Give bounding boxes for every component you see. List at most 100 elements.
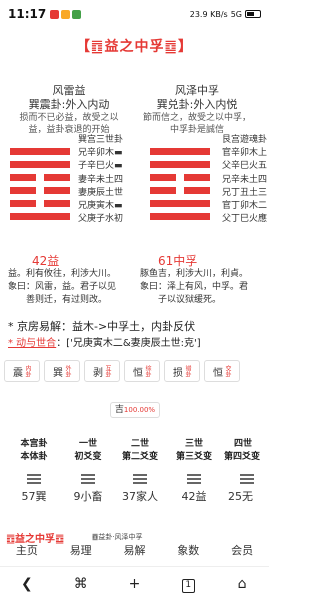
yao-item: 巽宫三世卦 bbox=[78, 135, 124, 145]
yao-item: 官丁卯木二 bbox=[222, 201, 268, 212]
battery-icon bbox=[245, 10, 261, 18]
bian-gua-name: 风泽中孚 bbox=[175, 84, 219, 97]
bian-gua-hexagram bbox=[150, 148, 210, 226]
dong-label: * 动与世合 bbox=[8, 338, 57, 349]
ben-gua-desc: 损而不已必益，故受之以 bbox=[19, 113, 119, 123]
gua-text-line: 象曰：泽上有风，中孚。君 bbox=[140, 282, 249, 292]
hu-gua-button[interactable]: 剥互卦 bbox=[84, 360, 120, 382]
home-icon[interactable]: ⌂ bbox=[227, 576, 257, 592]
ben-gua-name: 风雷益 bbox=[52, 84, 86, 97]
bian-gua-yao-list: 艮宫遊魂卦 官辛卯木上 父辛巳火五 兄辛未土四 兄丁丑土三 官丁卯木二 父丁巳火… bbox=[222, 134, 267, 226]
add-icon[interactable]: + bbox=[119, 576, 149, 592]
tabs-grid-icon[interactable]: ⌘ bbox=[66, 576, 96, 592]
yao-line bbox=[10, 213, 70, 220]
ji-xiong-badge: 吉100.00% bbox=[110, 402, 160, 418]
nav-member[interactable]: 会员 bbox=[215, 542, 269, 562]
dong-value: ：['兄庚寅木二&妻庚辰土世:克'] bbox=[56, 338, 201, 349]
nav-yili[interactable]: 易理 bbox=[54, 542, 108, 562]
dong-shi-line: * 动与世合：['兄庚寅木二&妻庚辰土世:克'] bbox=[8, 334, 201, 349]
ben-gua-number: 42益 bbox=[32, 254, 60, 268]
bottom-nav: 主页 易理 易解 象数 会员 bbox=[0, 542, 269, 562]
shi-bian-sub: 初爻变 bbox=[74, 452, 102, 462]
yao-item: 子辛巳火▬ bbox=[78, 161, 123, 172]
gua-text-line: 豚鱼吉，利涉大川，利貞。 bbox=[140, 269, 249, 279]
yao-line bbox=[10, 161, 70, 168]
ben-gua-text: 益。利有攸往，利涉大川。 象曰：风雷，益。君子以见 善则迁，有过则改。 bbox=[8, 268, 134, 307]
yao-item: 兄辛卯木▬ bbox=[78, 148, 123, 159]
mini-hexagram-icon bbox=[133, 474, 147, 484]
shi-bian-column[interactable]: 一世 初爻变 9小畜 bbox=[62, 438, 114, 503]
yao-line bbox=[150, 200, 210, 207]
shi-bian-top: 二世 bbox=[130, 439, 149, 449]
yao-line bbox=[10, 148, 70, 155]
app-notification-icon bbox=[61, 9, 71, 19]
net-speed: 23.9 KB/s bbox=[189, 9, 228, 19]
gua-text-line: 善则迁，有过则改。 bbox=[26, 295, 108, 305]
shi-bian-sub: 本体卦 bbox=[20, 452, 48, 462]
shi-bian-sub: 第四爻变 bbox=[224, 452, 261, 462]
bian-gua-desc: 節而信之，故受之以中孚， bbox=[142, 113, 251, 123]
bian-gua-text: 豚鱼吉，利涉大川，利貞。 象曰：泽上有风，中孚。君 子以议狱缓死。 bbox=[140, 268, 266, 307]
bian-gua-header: 风泽中孚 巽兑卦:外入内悦 節而信之，故受之以中孚， 中孚卦是誠信 bbox=[132, 84, 262, 136]
yao-item: 父辛巳火五 bbox=[222, 161, 268, 172]
yao-line bbox=[10, 200, 70, 207]
mini-hexagram-icon bbox=[240, 474, 254, 484]
yao-line bbox=[150, 174, 210, 181]
nav-home[interactable]: 主页 bbox=[0, 542, 54, 562]
shi-bian-column[interactable]: 二世 第二爻变 37家人 bbox=[114, 438, 166, 503]
ben-gua-hexagram bbox=[10, 148, 70, 226]
back-icon[interactable]: ❮ bbox=[12, 576, 42, 592]
yao-line bbox=[150, 161, 210, 168]
shi-bian-gua: 25无 bbox=[228, 490, 253, 503]
bian-gua-sub: 巽兑卦:外入内悦 bbox=[156, 98, 238, 111]
nei-gua-button[interactable]: 震内卦 bbox=[4, 360, 40, 382]
shi-bian-top: 四世 bbox=[234, 439, 253, 449]
status-time: 11:17 bbox=[8, 7, 47, 21]
yao-item: 兄丁丑土三 bbox=[222, 187, 268, 198]
nav-xiangshu[interactable]: 象数 bbox=[161, 542, 215, 562]
shi-bian-sub: 第二爻变 bbox=[121, 452, 158, 462]
signal-icon: 5G bbox=[230, 9, 242, 19]
gua-text-line: 益。利有攸往，利涉大川。 bbox=[8, 269, 117, 279]
yao-item: 兄辛未土四 bbox=[222, 174, 268, 185]
cuo-gua-button[interactable]: 损错卦 bbox=[164, 360, 200, 382]
shi-bian-top: 三世 bbox=[184, 439, 203, 449]
yao-item: 官辛卯木上 bbox=[222, 148, 268, 159]
shi-bian-gua: 57巽 bbox=[21, 490, 47, 503]
app-notification-icon bbox=[72, 9, 82, 19]
shi-bian-column[interactable]: 本宫卦 本体卦 57巽 bbox=[8, 438, 60, 503]
yao-line bbox=[10, 187, 70, 194]
yao-line bbox=[150, 148, 210, 155]
shi-bian-top: 本宫卦 bbox=[20, 439, 48, 449]
mini-hexagram-icon bbox=[27, 474, 41, 484]
related-gua-buttons: 震内卦 巽外卦 剥互卦 恒综卦 损错卦 恒交卦 bbox=[4, 360, 269, 382]
ben-gua-yao-list: 巽宫三世卦 兄辛卯木▬ 子辛巳火▬ 妻辛未土四 妻庚辰土世 兄庚寅木▬ 父庚子水… bbox=[78, 134, 123, 226]
mini-hexagram-icon bbox=[187, 474, 201, 484]
yao-item: 妻庚辰土世 bbox=[78, 187, 124, 198]
gua-text-line: 象曰：风雷，益。君子以见 bbox=[8, 282, 117, 292]
wai-gua-button[interactable]: 巽外卦 bbox=[44, 360, 80, 382]
bian-gua-number: 61中孚 bbox=[158, 254, 198, 268]
ji-percent: 100.00% bbox=[123, 406, 156, 414]
yao-item: 妻辛未土四 bbox=[78, 174, 124, 185]
jingfang-analysis: * 京房易解：益木->中孚土，内卦反伏 bbox=[8, 320, 196, 333]
yao-line bbox=[150, 187, 210, 194]
shi-bian-gua: 37家人 bbox=[122, 490, 158, 503]
ben-gua-header: 风雷益 巽震卦:外入内动 损而不已必益，故受之以 益，益卦衰退的开始 bbox=[8, 84, 130, 136]
floating-title-mid: ䷩益卦·风泽中孚 bbox=[92, 533, 143, 541]
yao-item: 兄庚寅木▬ bbox=[78, 201, 123, 212]
ji-label: 吉 bbox=[114, 405, 124, 415]
page-title: 【䷩益之中孚䷼】 bbox=[75, 39, 194, 55]
nav-yijie[interactable]: 易解 bbox=[108, 542, 162, 562]
shi-bian-column[interactable]: 三世 第三爻变 42益 bbox=[168, 438, 220, 503]
browser-toolbar: ❮ ⌘ + 1 ⌂ bbox=[0, 566, 269, 600]
yao-item: 艮宫遊魂卦 bbox=[222, 135, 268, 145]
shi-bian-gua: 9小畜 bbox=[73, 490, 103, 503]
shi-bian-top: 一世 bbox=[78, 439, 97, 449]
tab-count-icon[interactable]: 1 bbox=[173, 575, 203, 593]
shi-bian-sub: 第三爻变 bbox=[175, 452, 212, 462]
zong-gua-button[interactable]: 恒综卦 bbox=[124, 360, 160, 382]
notification-icons bbox=[50, 9, 82, 19]
jiao-gua-button[interactable]: 恒交卦 bbox=[204, 360, 240, 382]
shi-bian-column[interactable]: 四世 第四爻变 25无 bbox=[222, 438, 269, 503]
